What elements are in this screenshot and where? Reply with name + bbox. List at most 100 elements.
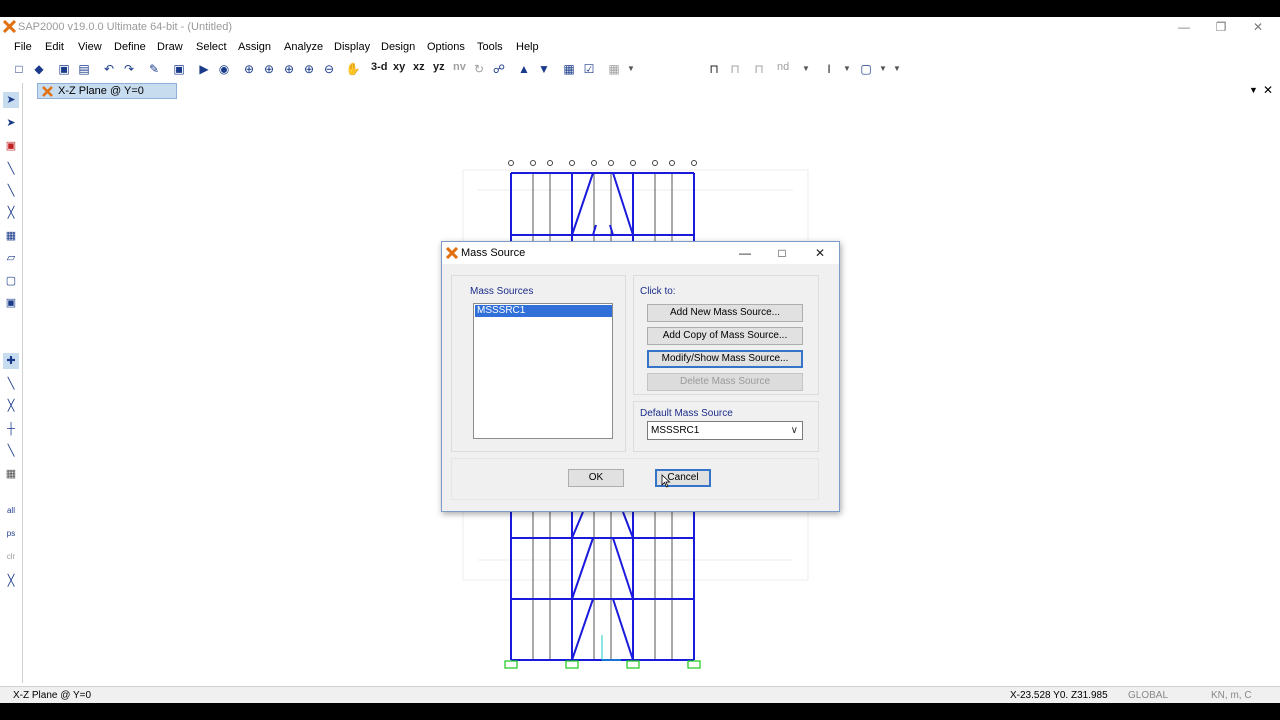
modify-show-mass-source-button[interactable]: Modify/Show Mass Source... xyxy=(647,350,803,368)
close-button[interactable]: ✕ xyxy=(1240,19,1276,35)
draw-frame-icon[interactable]: ⊓ xyxy=(705,60,723,78)
refresh-window-icon[interactable]: ✎ xyxy=(145,60,163,78)
pan-icon[interactable]: ✋ xyxy=(344,60,362,78)
menu-design[interactable]: Design xyxy=(381,41,415,53)
button-area xyxy=(451,458,819,500)
tab-dropdown-icon[interactable]: ▼ xyxy=(1249,85,1258,95)
rotate-icon[interactable]: ↻ xyxy=(470,60,488,78)
draw-joint-icon[interactable]: ▣ xyxy=(3,138,19,154)
menu-define[interactable]: Define xyxy=(114,41,146,53)
units-select[interactable]: KN, m, C xyxy=(1211,690,1252,701)
perspective-icon[interactable]: ☍ xyxy=(490,60,508,78)
tab-close-icon[interactable]: ✕ xyxy=(1263,83,1273,97)
snap-intersections-icon[interactable]: ╳ xyxy=(3,398,19,414)
quick-draw-area-icon[interactable]: ▣ xyxy=(3,295,19,311)
nd-button[interactable]: nd xyxy=(777,61,789,73)
select-all-icon[interactable]: all xyxy=(3,503,19,519)
draw-poly-area-icon[interactable]: ▱ xyxy=(3,250,19,266)
left-toolbar: ➤ ➤ ▣ ╲ ╲ ╳ ▦ ▱ ▢ ▣ ✚ ╲ ╳ ┼ ╲ ▦ all ps c… xyxy=(0,83,23,683)
move-up-icon[interactable]: ▲ xyxy=(515,60,533,78)
ok-button[interactable]: OK xyxy=(568,469,624,487)
add-copy-mass-source-button[interactable]: Add Copy of Mass Source... xyxy=(647,327,803,345)
sap2000-logo-icon xyxy=(446,247,458,259)
menu-analyze[interactable]: Analyze xyxy=(284,41,323,53)
chevron-down-icon[interactable]: ▼ xyxy=(622,60,640,78)
dialog-maximize-button[interactable]: □ xyxy=(771,245,793,261)
clear-selection-icon[interactable]: clr xyxy=(3,549,19,565)
menu-tools[interactable]: Tools xyxy=(477,41,503,53)
view-3d-button[interactable]: 3-d xyxy=(371,61,388,73)
save-icon[interactable]: ▣ xyxy=(55,60,73,78)
run-now-icon[interactable]: ◉ xyxy=(215,60,233,78)
reshaper-icon[interactable]: ➤ xyxy=(3,115,19,131)
zoom-in-icon[interactable]: ⊕ xyxy=(280,60,298,78)
mass-source-dialog: Mass Source — □ ✕ Mass Sources MSSSRC1 C… xyxy=(441,241,840,512)
view-xz-button[interactable]: xz xyxy=(413,61,425,73)
restore-button[interactable]: ❐ xyxy=(1203,19,1239,35)
undo-icon[interactable]: ↶ xyxy=(100,60,118,78)
menu-help[interactable]: Help xyxy=(516,41,539,53)
snap-fine-grid-icon[interactable]: ▦ xyxy=(3,466,19,482)
move-down-icon[interactable]: ▼ xyxy=(535,60,553,78)
draw-link-icon[interactable]: ⊓ xyxy=(726,60,744,78)
menu-select[interactable]: Select xyxy=(196,41,227,53)
view-yz-button[interactable]: yz xyxy=(433,61,445,73)
view-tab-row: X-Z Plane @ Y=0 ▼ ✕ xyxy=(23,83,1280,99)
redo-icon[interactable]: ↷ xyxy=(120,60,138,78)
zoom-window-icon[interactable]: ⊕ xyxy=(240,60,258,78)
add-new-mass-source-button[interactable]: Add New Mass Source... xyxy=(647,304,803,322)
chevron-down-icon[interactable]: ▼ xyxy=(797,60,815,78)
menu-view[interactable]: View xyxy=(78,41,102,53)
dialog-minimize-button[interactable]: — xyxy=(734,245,756,261)
menu-file[interactable]: File xyxy=(14,41,32,53)
new-model-icon[interactable]: □ xyxy=(10,60,28,78)
view-xy-button[interactable]: xy xyxy=(393,61,405,73)
menu-display[interactable]: Display xyxy=(334,41,370,53)
quick-draw-frame-icon[interactable]: ╲ xyxy=(3,183,19,199)
coord-system-select[interactable]: GLOBAL xyxy=(1128,690,1168,701)
quick-draw-brace-icon[interactable]: ╳ xyxy=(3,205,19,221)
default-mass-source-select[interactable]: MSSSRC1 ∨ xyxy=(647,421,803,440)
pointer-icon[interactable]: ➤ xyxy=(3,92,19,108)
status-bar: X-Z Plane @ Y=0 X-23.528 Y0. Z31.985 GLO… xyxy=(0,686,1280,703)
open-icon[interactable]: ◆ xyxy=(30,60,48,78)
tab-xz-plane[interactable]: X-Z Plane @ Y=0 xyxy=(37,83,177,99)
run-analysis-icon[interactable]: ▶ xyxy=(195,60,213,78)
draw-rect-area-icon[interactable]: ▢ xyxy=(3,273,19,289)
snap-ends-icon[interactable]: ╲ xyxy=(3,376,19,392)
draw-frame-icon[interactable]: ╲ xyxy=(3,161,19,177)
lock-icon[interactable]: ▣ xyxy=(170,60,188,78)
delete-mass-source-button[interactable]: Delete Mass Source xyxy=(647,373,803,391)
draw-cable-icon[interactable]: ⊓ xyxy=(750,60,768,78)
dialog-close-button[interactable]: ✕ xyxy=(809,245,831,261)
default-mass-source-label: Default Mass Source xyxy=(640,408,733,419)
show-deformed-icon[interactable]: ▦ xyxy=(605,60,623,78)
snap-lines-icon[interactable]: ╲ xyxy=(3,443,19,459)
intersecting-line-icon[interactable]: ╳ xyxy=(3,573,19,589)
tab-label: X-Z Plane @ Y=0 xyxy=(58,85,144,97)
previous-selection-icon[interactable]: ps xyxy=(3,526,19,542)
section-cut-icon[interactable]: I xyxy=(820,60,838,78)
menu-options[interactable]: Options xyxy=(427,41,465,53)
zoom-out-icon[interactable]: ⊕ xyxy=(300,60,318,78)
print-icon[interactable]: ▤ xyxy=(75,60,93,78)
chevron-down-icon[interactable]: ▼ xyxy=(888,60,906,78)
zoom-restore-icon[interactable]: ⊕ xyxy=(260,60,278,78)
view-nv-button[interactable]: nv xyxy=(453,61,466,73)
zoom-step-icon[interactable]: ⊖ xyxy=(320,60,338,78)
dialog-title: Mass Source xyxy=(461,247,526,259)
list-item[interactable]: MSSSRC1 xyxy=(475,305,612,317)
snap-points-icon[interactable]: ✚ xyxy=(3,353,19,369)
draw-secondary-icon[interactable]: ▦ xyxy=(3,228,19,244)
minimize-button[interactable]: — xyxy=(1166,19,1202,35)
menu-edit[interactable]: Edit xyxy=(45,41,64,53)
window-title: SAP2000 v19.0.0 Ultimate 64-bit - (Untit… xyxy=(18,21,232,33)
chevron-down-icon[interactable]: ▼ xyxy=(838,60,856,78)
area-icon[interactable]: ▢ xyxy=(857,60,875,78)
display-options-icon[interactable]: ▦ xyxy=(560,60,578,78)
mass-sources-list[interactable]: MSSSRC1 xyxy=(473,303,613,439)
check-model-icon[interactable]: ☑ xyxy=(580,60,598,78)
menu-assign[interactable]: Assign xyxy=(238,41,271,53)
snap-perpendicular-icon[interactable]: ┼ xyxy=(3,421,19,437)
menu-draw[interactable]: Draw xyxy=(157,41,183,53)
